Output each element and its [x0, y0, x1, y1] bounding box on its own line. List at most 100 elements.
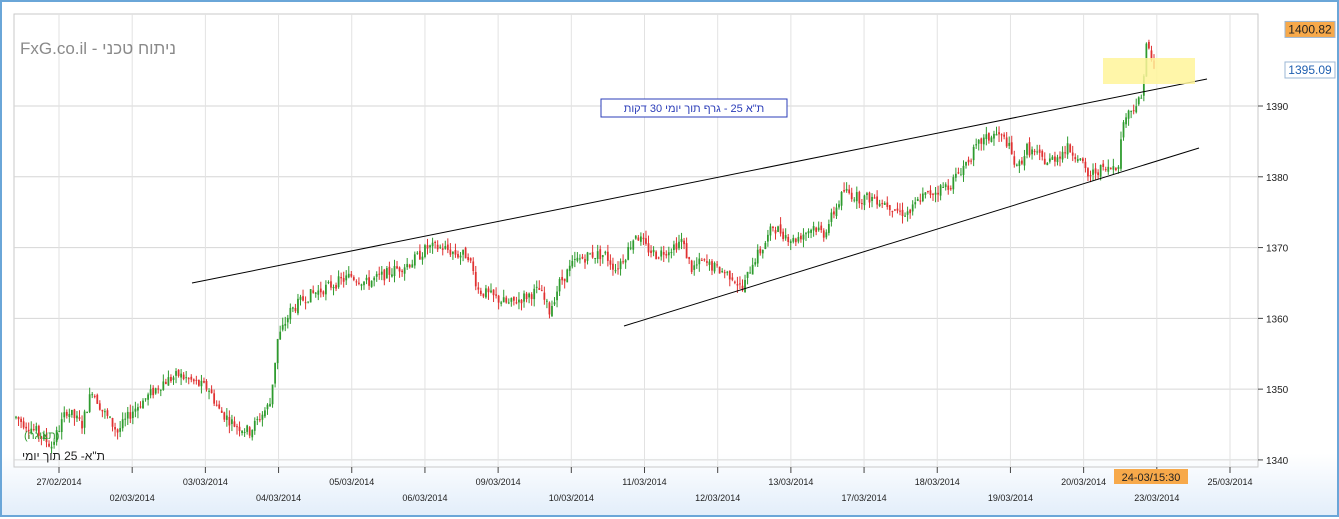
candle-body [1127, 110, 1130, 119]
candle-body [111, 418, 114, 427]
candle-body [914, 202, 917, 205]
candle-body [406, 263, 409, 268]
candle-body [987, 133, 990, 141]
candle-body [88, 394, 91, 412]
candle-body [340, 276, 343, 279]
candle-body [101, 409, 104, 412]
candle-body [345, 275, 348, 281]
candle-body [558, 279, 561, 292]
candle-body [665, 254, 668, 256]
candle-body [810, 229, 812, 233]
candle-body [896, 208, 899, 211]
candle-body [1026, 143, 1028, 155]
candle-body [708, 261, 711, 265]
candle-body [579, 258, 581, 260]
candle-body [91, 394, 94, 396]
x-tick-label: 06/03/2014 [402, 493, 447, 503]
candle-body [807, 231, 810, 234]
candle-body [1125, 117, 1127, 125]
candle-body [347, 273, 350, 278]
candle-body [360, 284, 363, 286]
x-tick-label: 25/03/2014 [1207, 477, 1252, 487]
candle-body [619, 261, 622, 270]
candle-body [589, 253, 591, 255]
candle-body [614, 270, 617, 272]
candle-body [518, 299, 520, 303]
candle-body [170, 376, 172, 382]
candle-body [149, 389, 152, 396]
candle-body [855, 192, 858, 202]
candle-body [716, 264, 718, 266]
candle-body [728, 270, 731, 280]
candle-body [253, 420, 256, 431]
candle-body [1079, 158, 1082, 161]
candle-body [860, 203, 863, 205]
lower-trend-line [623, 147, 1200, 327]
candle-body [711, 261, 713, 271]
candle-body [627, 246, 630, 260]
candle-body [279, 331, 282, 340]
candle-body [606, 251, 609, 261]
price-label-text: 1400.82 [1288, 22, 1332, 36]
candle-body [543, 292, 546, 300]
candle-body [827, 224, 830, 233]
candle-body [48, 443, 50, 447]
candle-body [314, 292, 317, 294]
candle-body [556, 291, 558, 301]
candle-body [624, 260, 627, 263]
candle-body [1117, 166, 1120, 169]
candle-body [396, 266, 398, 269]
candle-body [784, 235, 787, 239]
candle-body [15, 416, 17, 418]
candle-body [256, 419, 259, 421]
candle-body [995, 133, 998, 136]
candle-body [736, 284, 739, 286]
candle-body [185, 377, 188, 379]
candle-body [805, 233, 807, 235]
y-tick-label: 1340 [1266, 456, 1289, 467]
candle-body [187, 378, 190, 380]
candle-body [1130, 110, 1133, 112]
candle-body [695, 264, 698, 266]
candle-body [751, 264, 754, 275]
candle-body [899, 210, 901, 212]
candle-body [370, 280, 373, 287]
candle-body [551, 306, 553, 317]
candle-body [1097, 172, 1100, 176]
candle-body [1008, 142, 1011, 146]
candle-body [721, 270, 724, 272]
candle-body [843, 190, 845, 192]
x-tick-label: 04/03/2014 [256, 493, 301, 503]
candle-body [754, 262, 757, 265]
candle-body [548, 302, 551, 315]
candle-body [1115, 168, 1117, 171]
candle-body [792, 237, 795, 242]
candle-body [759, 248, 762, 254]
candle-body [868, 192, 871, 203]
candle-body [241, 430, 243, 433]
candle-body [469, 258, 472, 261]
candle-body [167, 377, 170, 386]
x-tick-label: 20/03/2014 [1061, 477, 1106, 487]
candle-body [198, 380, 200, 386]
candle-body [134, 408, 137, 412]
candle-body [546, 300, 548, 302]
candle-body [675, 243, 678, 250]
candle-body [182, 374, 185, 380]
candle-body [982, 137, 985, 145]
candle-body [459, 255, 462, 258]
candle-body [599, 249, 602, 260]
candle-body [474, 271, 477, 287]
candle-body [683, 240, 685, 245]
candle-body [246, 425, 249, 432]
candle-body [1137, 97, 1140, 105]
candle-body [25, 426, 28, 429]
candle-body [678, 241, 680, 249]
candle-body [322, 291, 325, 295]
candle-body [218, 404, 221, 409]
candle-body [904, 215, 906, 217]
candle-body [655, 251, 658, 260]
candle-body [462, 249, 464, 255]
candle-body [281, 324, 284, 330]
price-labels: 1400.82 1395.09 [1284, 20, 1336, 79]
